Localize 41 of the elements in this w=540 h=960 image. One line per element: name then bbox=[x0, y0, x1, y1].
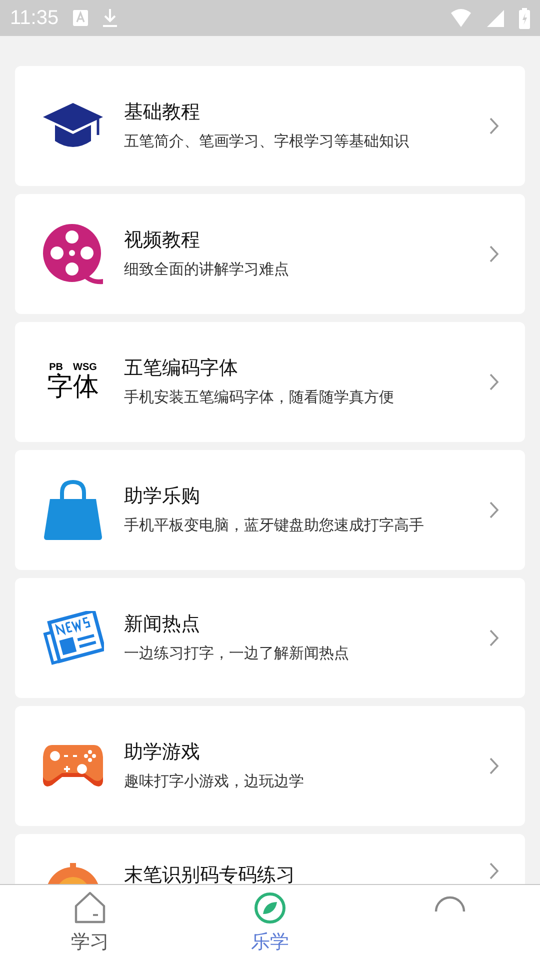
card-title: 视频教程 bbox=[124, 228, 201, 253]
logo-text: WSG bbox=[73, 363, 97, 373]
card-title: 新闻热点 bbox=[124, 612, 201, 637]
menu-card[interactable]: 助学乐购 手机平板变电脑，蓝牙键盘助您速成打字高手 bbox=[15, 450, 525, 570]
signal-icon bbox=[486, 8, 505, 28]
card-description: 细致全面的讲解学习难点 bbox=[124, 259, 290, 280]
menu-card[interactable]: 视频教程 细致全面的讲解学习难点 bbox=[15, 194, 525, 314]
card-title: 末笔识别码专码练习 bbox=[124, 863, 296, 884]
card-title: 助学乐购 bbox=[124, 484, 201, 509]
card-title: 助学游戏 bbox=[124, 740, 201, 765]
shopping-bag-icon bbox=[42, 479, 104, 541]
logo-text: 字体 bbox=[47, 373, 99, 401]
battery-icon bbox=[519, 8, 530, 28]
card-title: 基础教程 bbox=[124, 100, 201, 125]
tab[interactable]: 学习 bbox=[0, 885, 180, 960]
compass-icon bbox=[253, 891, 287, 925]
chevron-right-icon bbox=[489, 862, 499, 880]
card-description: 五笔简介、笔画学习、字根学习等基础知识 bbox=[124, 131, 410, 152]
tab[interactable]: 乐学 bbox=[180, 885, 360, 960]
logo-text: PB bbox=[49, 363, 63, 373]
download-icon bbox=[102, 8, 118, 28]
chevron-right-icon bbox=[489, 373, 499, 391]
gamepad-icon bbox=[42, 743, 104, 789]
card-description: 趣味打字小游戏，边玩边学 bbox=[124, 771, 305, 792]
chevron-right-icon bbox=[489, 117, 499, 135]
chevron-right-icon bbox=[489, 245, 499, 263]
wifi-icon bbox=[450, 8, 472, 28]
card-title: 五笔编码字体 bbox=[124, 356, 239, 381]
film-reel-icon bbox=[42, 223, 104, 285]
chevron-right-icon bbox=[489, 629, 499, 647]
menu-card[interactable]: 末笔识别码专码练习 bbox=[15, 834, 525, 884]
menu-card[interactable]: 新闻热点 一边练习打字，一边了解新闻热点 bbox=[15, 578, 525, 698]
chevron-right-icon bbox=[489, 501, 499, 519]
chevron-right-icon bbox=[489, 757, 499, 775]
card-description: 手机平板变电脑，蓝牙键盘助您速成打字高手 bbox=[124, 515, 425, 536]
menu-card[interactable]: 助学游戏 趣味打字小游戏，边玩边学 bbox=[15, 706, 525, 826]
home-icon bbox=[73, 891, 107, 925]
keyboard-icon bbox=[72, 10, 88, 26]
card-description: 一边练习打字，一边了解新闻热点 bbox=[124, 643, 350, 664]
menu-card[interactable]: 基础教程 五笔简介、笔画学习、字根学习等基础知识 bbox=[15, 66, 525, 186]
card-description: 手机安装五笔编码字体，随看随学真方便 bbox=[124, 387, 395, 408]
